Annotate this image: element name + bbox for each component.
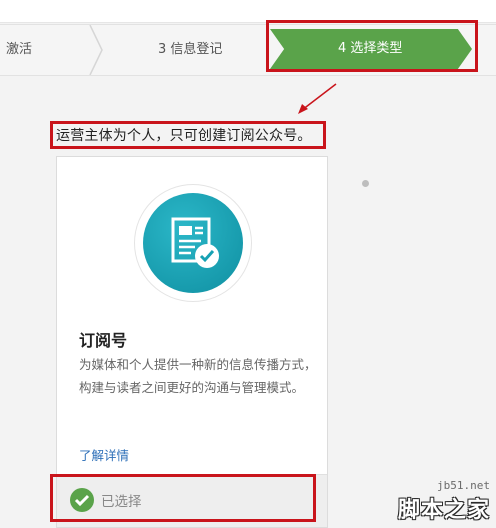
learn-more-link[interactable]: 了解详情 bbox=[79, 445, 129, 464]
card-description: 为媒体和个人提供一种新的信息传播方式，构建与读者之间更好的沟通与管理模式。 bbox=[79, 357, 317, 395]
site-watermark: jb51.net 脚本之家 bbox=[398, 479, 490, 524]
card-selected-footer[interactable]: 已选择 bbox=[57, 474, 327, 527]
annotation-arrow-icon bbox=[298, 83, 337, 114]
subscription-icon-ring bbox=[135, 185, 251, 301]
step-activate: 激活 bbox=[6, 42, 33, 57]
top-bar bbox=[0, 0, 496, 23]
subscription-account-card[interactable]: 订阅号 为媒体和个人提供一种新的信息传播方式，构建与读者之间更好的沟通与管理模式… bbox=[56, 156, 328, 528]
card-title: 订阅号 bbox=[79, 331, 128, 350]
step-select-type-label: 4 选择类型 bbox=[338, 41, 403, 56]
step-info-register: 3 信息登记 bbox=[158, 42, 223, 57]
watermark-url: jb51.net bbox=[437, 479, 490, 492]
checkmark-icon bbox=[70, 488, 94, 512]
selected-status: 已选择 bbox=[101, 494, 142, 510]
watermark-name: 脚本之家 bbox=[397, 498, 490, 523]
step-divider-icon bbox=[89, 25, 103, 75]
subscription-document-check-icon bbox=[143, 193, 243, 293]
operator-notice: 运营主体为个人，只可创建订阅公众号。 bbox=[56, 128, 312, 144]
carousel-dot bbox=[362, 180, 369, 187]
